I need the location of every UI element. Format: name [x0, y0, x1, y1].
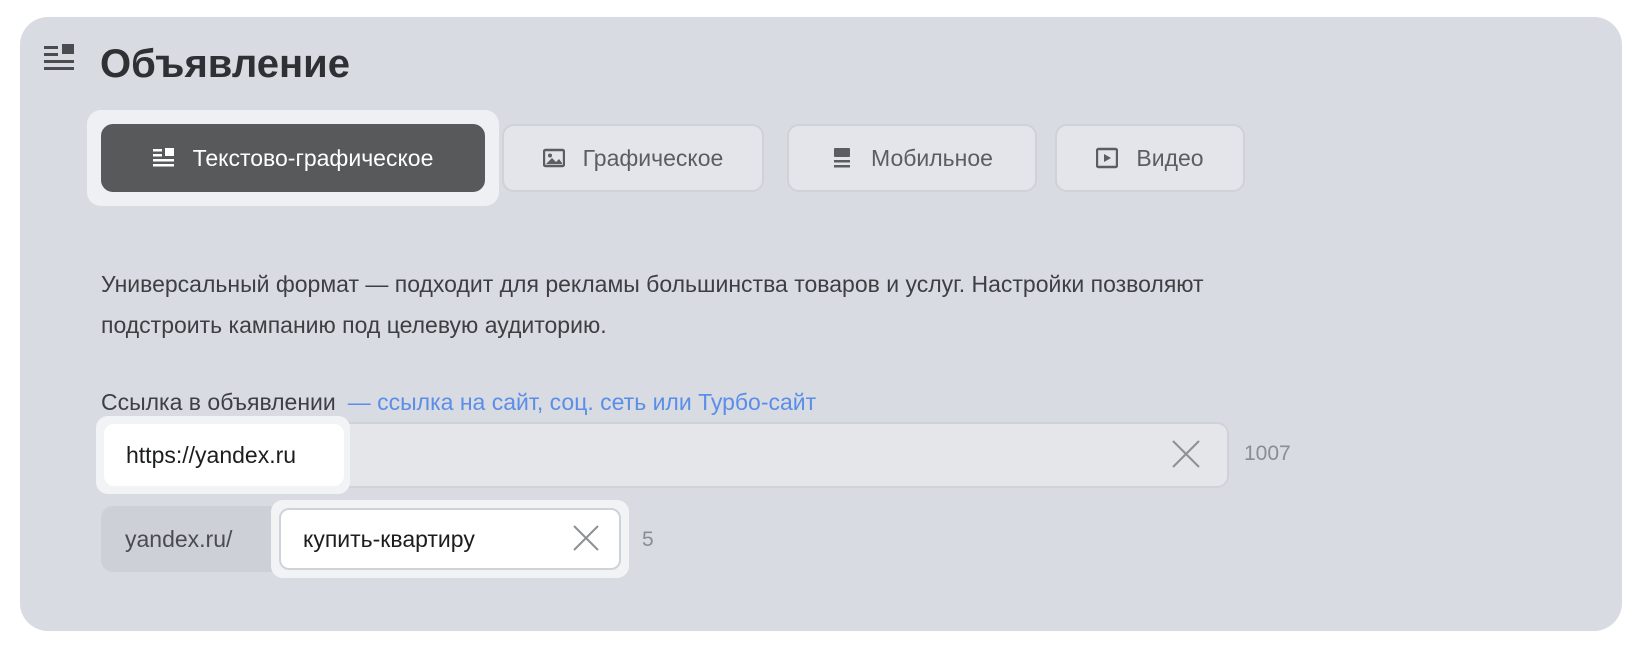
tab-text-graphic[interactable]: Текстово-графическое [101, 124, 485, 192]
clear-link-icon[interactable] [1169, 437, 1203, 471]
link-char-counter: 1007 [1244, 442, 1291, 465]
video-icon [1096, 147, 1119, 169]
clear-display-link-icon[interactable] [570, 522, 602, 554]
display-link-domain: yandex.ru/ [101, 506, 273, 572]
display-link-char-counter: 5 [642, 528, 654, 551]
link-field-hint: — ссылка на сайт, соц. сеть или Турбо-са… [347, 389, 817, 415]
ad-link-value[interactable]: https://yandex.ru [104, 424, 344, 486]
tab-video[interactable]: Видео [1055, 124, 1245, 192]
tab-label: Графическое [582, 144, 724, 171]
image-icon [542, 148, 565, 168]
text-graphic-icon [152, 148, 174, 167]
link-field-label: Ссылка в объявлении [101, 389, 336, 415]
tab-label: Мобильное [871, 144, 993, 171]
tab-label: Видео [1136, 144, 1204, 171]
page-title: Объявление [100, 42, 350, 86]
format-description: Универсальный формат — подходит для рекл… [101, 271, 1204, 338]
link-field-label-row: Ссылка в объявлении — ссылка на сайт, соц… [101, 389, 816, 416]
tab-graphic[interactable]: Графическое [502, 124, 764, 192]
tab-mobile[interactable]: Мобильное [787, 124, 1037, 192]
text-graphic-ad-icon [44, 44, 74, 70]
tab-label: Текстово-графическое [192, 144, 434, 171]
mobile-icon [834, 148, 851, 168]
